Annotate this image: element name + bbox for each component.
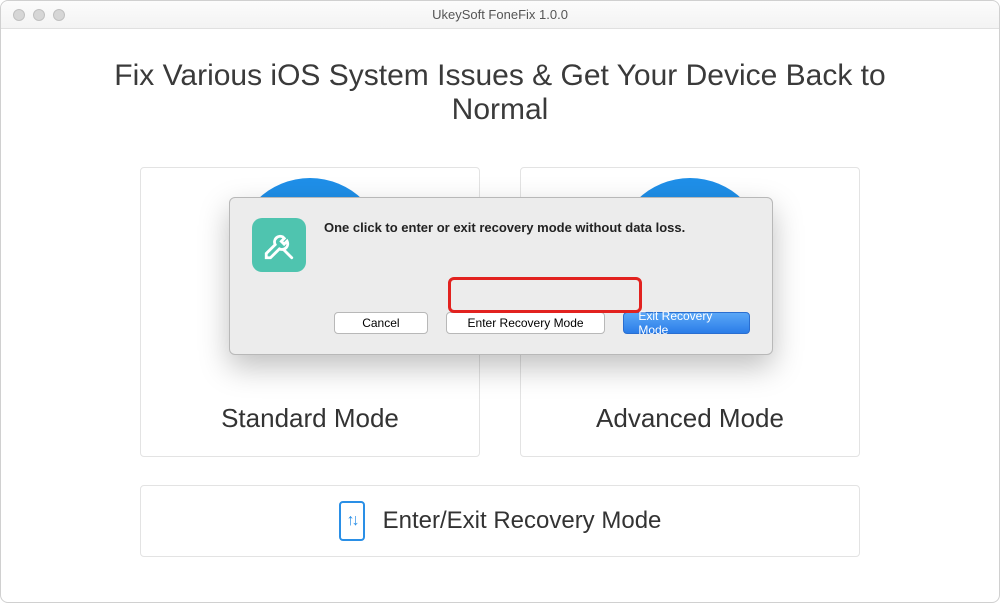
enter-recovery-mode-button[interactable]: Enter Recovery Mode	[446, 312, 606, 334]
tools-icon	[252, 218, 306, 272]
phone-recovery-icon: ↑↓	[339, 501, 365, 541]
standard-mode-label: Standard Mode	[221, 403, 399, 434]
exit-recovery-mode-button[interactable]: Exit Recovery Mode	[623, 312, 750, 334]
app-window: UkeySoft FoneFix 1.0.0 Fix Various iOS S…	[0, 0, 1000, 603]
recovery-mode-card[interactable]: ↑↓ Enter/Exit Recovery Mode	[140, 485, 860, 557]
zoom-window-button[interactable]	[53, 9, 65, 21]
traffic-lights	[1, 9, 65, 21]
page-headline: Fix Various iOS System Issues & Get Your…	[81, 59, 919, 127]
dialog-button-row: Cancel Enter Recovery Mode Exit Recovery…	[334, 312, 750, 334]
cancel-button[interactable]: Cancel	[334, 312, 428, 334]
recovery-mode-label: Enter/Exit Recovery Mode	[383, 507, 662, 535]
window-title: UkeySoft FoneFix 1.0.0	[1, 7, 999, 22]
minimize-window-button[interactable]	[33, 9, 45, 21]
titlebar: UkeySoft FoneFix 1.0.0	[1, 1, 999, 29]
recovery-mode-dialog: One click to enter or exit recovery mode…	[229, 197, 773, 355]
annotation-highlight	[448, 277, 642, 313]
close-window-button[interactable]	[13, 9, 25, 21]
advanced-mode-label: Advanced Mode	[596, 403, 784, 434]
dialog-message: One click to enter or exit recovery mode…	[324, 220, 685, 235]
